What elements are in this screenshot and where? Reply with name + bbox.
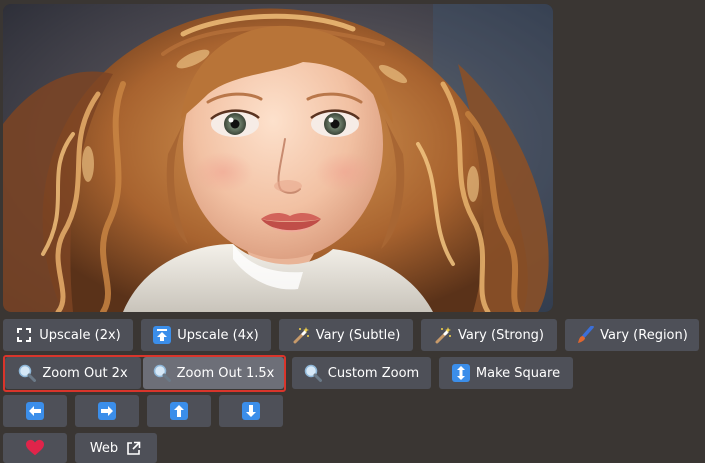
vary-region-label: Vary (Region) — [600, 327, 688, 343]
magnifier-icon — [153, 364, 171, 382]
generated-image[interactable] — [3, 4, 553, 312]
make-square-label: Make Square — [475, 365, 561, 381]
vary-region-button[interactable]: Vary (Region) — [565, 319, 699, 351]
arrow-right-icon — [98, 402, 116, 420]
zoom-out-2x-button[interactable]: Zoom Out 2x — [5, 357, 141, 389]
vary-subtle-label: Vary (Subtle) — [315, 327, 401, 343]
zoom-out-1-5x-label: Zoom Out 1.5x — [176, 365, 275, 381]
vary-subtle-button[interactable]: Vary (Subtle) — [279, 319, 413, 351]
pan-up-button[interactable] — [147, 395, 211, 427]
upscale-4x-label: Upscale (4x) — [177, 327, 259, 343]
custom-zoom-label: Custom Zoom — [327, 365, 420, 381]
external-link-icon — [124, 439, 142, 457]
zoom-out-1-5x-button[interactable]: Zoom Out 1.5x — [143, 357, 284, 389]
magnifier-icon — [18, 364, 37, 382]
upscale-4x-button[interactable]: Upscale (4x) — [141, 319, 271, 351]
make-square-button[interactable]: Make Square — [439, 357, 573, 389]
portrait-illustration — [3, 4, 553, 312]
paintbrush-icon — [576, 326, 594, 344]
zoom-out-2x-label: Zoom Out 2x — [42, 365, 128, 381]
web-label: Web — [89, 440, 119, 456]
web-button[interactable]: Web — [75, 433, 157, 463]
expand-icon — [15, 326, 33, 344]
magic-wand-icon — [434, 326, 452, 344]
pan-left-button[interactable] — [3, 395, 67, 427]
message-attachment: Upscale (2x) Upscale (4x) Vary (Subtle) — [0, 0, 705, 463]
upscale-2x-label: Upscale (2x) — [39, 327, 121, 343]
arrow-left-icon — [26, 402, 44, 420]
up-down-arrow-icon — [451, 364, 470, 382]
custom-zoom-button[interactable]: Custom Zoom — [292, 357, 431, 389]
pan-right-button[interactable] — [75, 395, 139, 427]
upscale-2x-button[interactable]: Upscale (2x) — [3, 319, 133, 351]
pan-down-button[interactable] — [219, 395, 283, 427]
arrow-up-icon — [170, 402, 188, 420]
arrow-up-bar-icon — [153, 326, 172, 344]
arrow-down-icon — [242, 402, 260, 420]
heart-icon — [26, 439, 44, 457]
magnifier-icon — [304, 364, 322, 382]
vary-strong-label: Vary (Strong) — [457, 327, 545, 343]
vary-strong-button[interactable]: Vary (Strong) — [421, 319, 557, 351]
magic-wand-icon — [292, 326, 310, 344]
favorite-button[interactable] — [3, 433, 67, 463]
